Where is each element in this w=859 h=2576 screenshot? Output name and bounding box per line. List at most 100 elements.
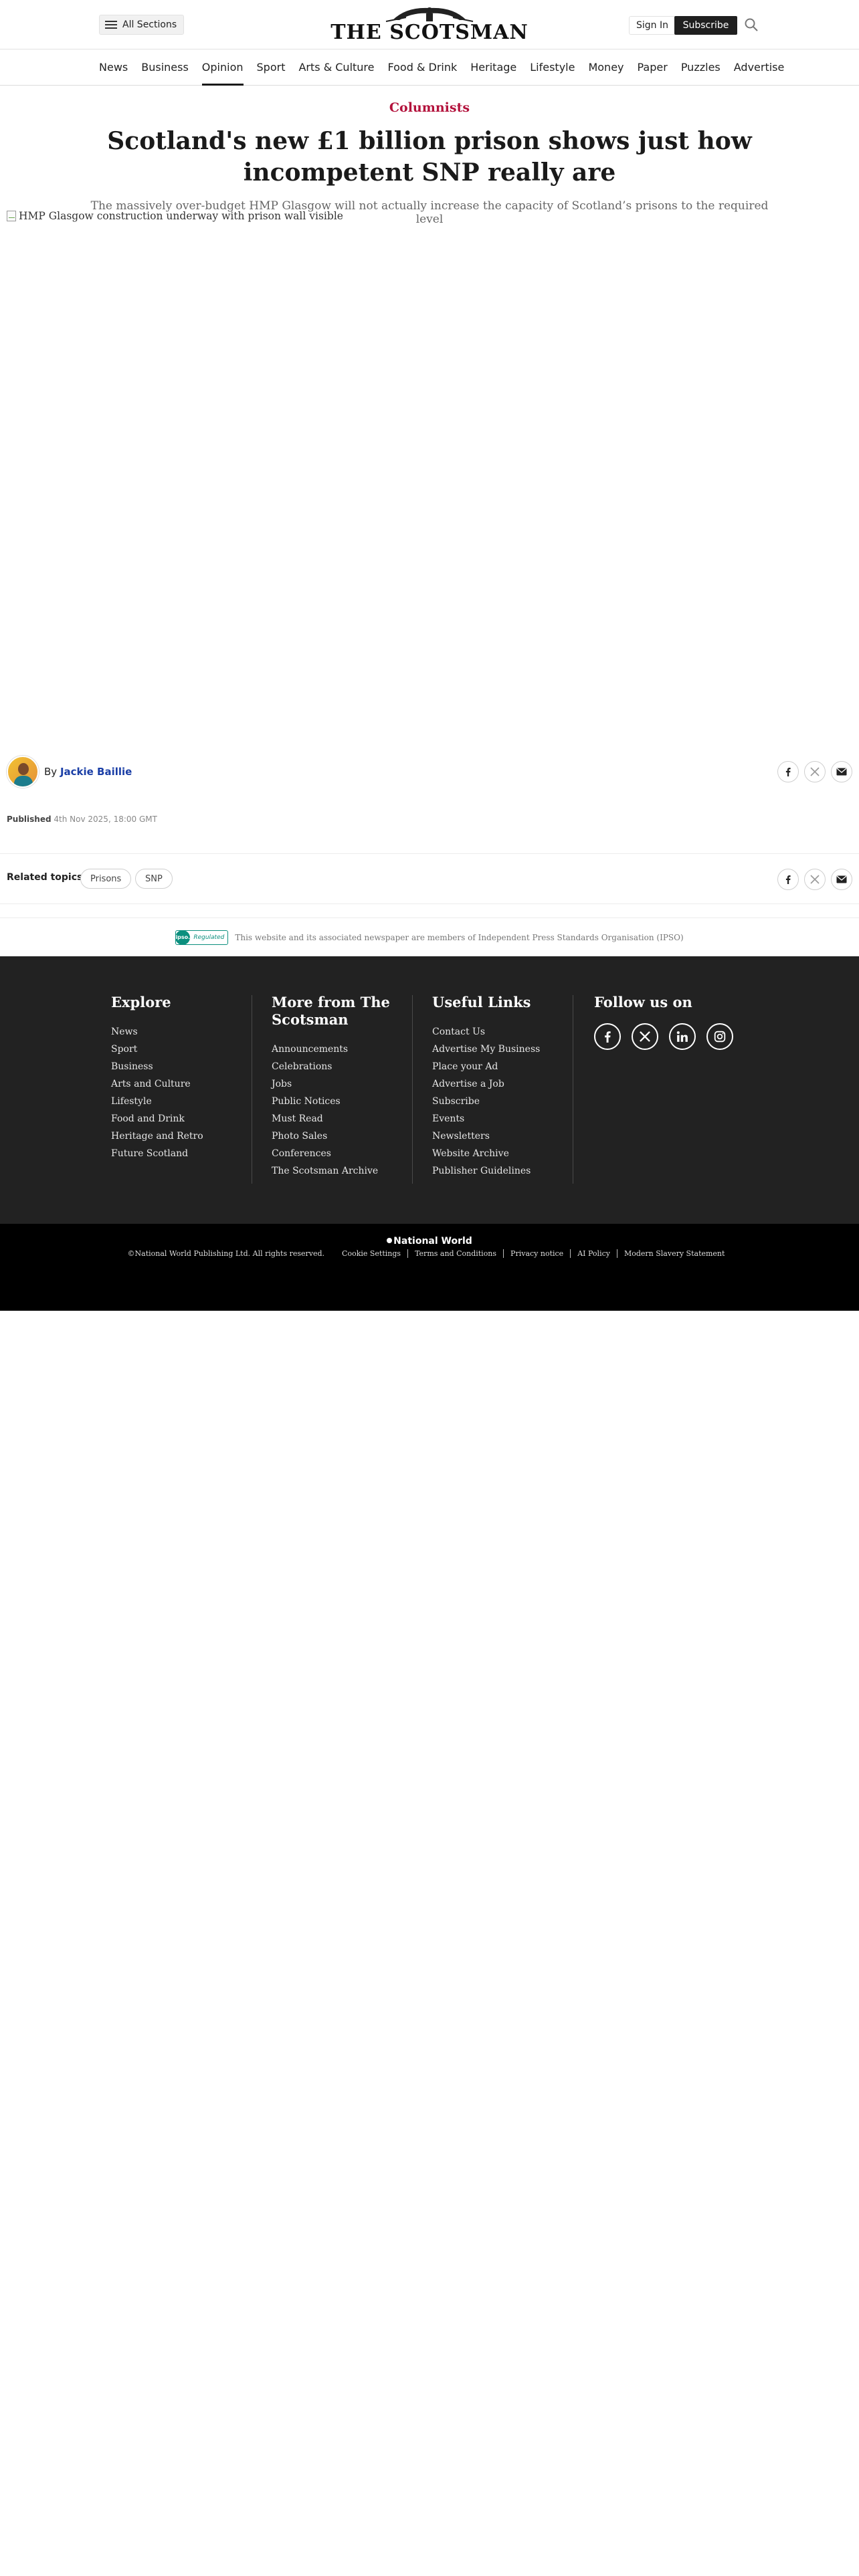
footer-link[interactable]: Announcements xyxy=(272,1041,405,1058)
footer-link[interactable]: Heritage and Retro xyxy=(111,1128,238,1145)
footer-link[interactable]: Website Archive xyxy=(432,1145,566,1162)
footer-link[interactable]: Subscribe xyxy=(432,1093,566,1110)
footer-divider xyxy=(412,995,413,1184)
footer-link[interactable]: News xyxy=(111,1023,238,1041)
nav-item-arts-culture[interactable]: Arts & Culture xyxy=(298,49,374,85)
facebook-icon xyxy=(785,875,791,884)
article-category-link[interactable]: Columnists xyxy=(0,100,859,115)
footer-link[interactable]: Public Notices xyxy=(272,1093,405,1110)
ai-policy-link[interactable]: AI Policy xyxy=(570,1249,617,1258)
topic-pill-prisons[interactable]: Prisons xyxy=(80,869,132,889)
hero-image: HMP Glasgow construction underway with p… xyxy=(7,210,852,745)
nav-item-paper[interactable]: Paper xyxy=(638,49,668,85)
share-email-button[interactable] xyxy=(831,869,852,890)
ipso-badge-word: Regulated xyxy=(193,934,225,941)
cookie-settings-link[interactable]: Cookie Settings xyxy=(335,1249,407,1258)
nav-item-heritage[interactable]: Heritage xyxy=(470,49,516,85)
national-world-logo[interactable]: National World xyxy=(0,1236,859,1247)
footer-explore-title: Explore xyxy=(111,994,171,1010)
footer-link[interactable]: Photo Sales xyxy=(272,1128,405,1145)
related-topics-label: Related topics: xyxy=(7,872,86,883)
footer-link[interactable]: Arts and Culture xyxy=(111,1075,238,1093)
share-facebook-button[interactable] xyxy=(777,761,799,782)
byline-text: By Jackie Baillie xyxy=(44,766,132,778)
footer-link[interactable]: Contact Us xyxy=(432,1023,566,1041)
footer-link[interactable]: Lifestyle xyxy=(111,1093,238,1110)
footer-link[interactable]: Sport xyxy=(111,1041,238,1058)
byline: By Jackie Baillie xyxy=(7,756,132,788)
social-instagram-button[interactable] xyxy=(706,1023,733,1050)
footer-link[interactable]: Celebrations xyxy=(272,1058,405,1075)
byline-prefix: By xyxy=(44,766,58,778)
nav-item-advertise[interactable]: Advertise xyxy=(734,49,785,85)
privacy-notice-link[interactable]: Privacy notice xyxy=(503,1249,570,1258)
nav-item-news[interactable]: News xyxy=(99,49,128,85)
national-world-dot-icon xyxy=(387,1238,393,1243)
email-icon xyxy=(836,875,847,883)
footer-link[interactable]: Must Read xyxy=(272,1110,405,1128)
footer-link[interactable]: Publisher Guidelines xyxy=(432,1162,566,1180)
nav-item-food-drink[interactable]: Food & Drink xyxy=(388,49,458,85)
footer-explore: Explore News Sport Business Arts and Cul… xyxy=(111,994,238,1162)
author-avatar[interactable] xyxy=(7,756,39,788)
footer-link[interactable]: The Scotsman Archive xyxy=(272,1162,405,1180)
linkedin-icon xyxy=(676,1031,688,1042)
nav-item-puzzles[interactable]: Puzzles xyxy=(681,49,721,85)
modern-slavery-link[interactable]: Modern Slavery Statement xyxy=(616,1249,731,1258)
hero-image-alt-text: HMP Glasgow construction underway with p… xyxy=(19,210,343,222)
footer-more-title: More from The Scotsman xyxy=(272,994,390,1028)
footer-link[interactable]: Jobs xyxy=(272,1075,405,1093)
facebook-icon xyxy=(785,768,791,776)
published-date: Published 4th Nov 2025, 18:00 GMT xyxy=(7,815,157,824)
broken-image-icon xyxy=(7,211,16,221)
email-icon xyxy=(836,768,847,776)
ipso-badge[interactable]: ipso. Regulated xyxy=(175,930,229,945)
facebook-icon xyxy=(605,1031,611,1043)
footer-link[interactable]: Newsletters xyxy=(432,1128,566,1145)
article-headline: Scotland's new £1 billion prison shows j… xyxy=(107,127,752,187)
copyright-text: ©National World Publishing Ltd. All righ… xyxy=(127,1249,325,1258)
footer-link[interactable]: Place your Ad xyxy=(432,1058,566,1075)
legal-links: ©National World Publishing Ltd. All righ… xyxy=(0,1249,859,1258)
footer-follow-title: Follow us on xyxy=(594,994,692,1010)
social-linkedin-button[interactable] xyxy=(669,1023,696,1050)
footer-link[interactable]: Future Scotland xyxy=(111,1145,238,1162)
x-icon xyxy=(810,875,820,884)
footer-link[interactable]: Events xyxy=(432,1110,566,1128)
site-header: All Sections THE SCOTSMAN Sign In Subscr… xyxy=(0,0,859,49)
footer-link[interactable]: Food and Drink xyxy=(111,1110,238,1128)
related-topics: Related topics: Prisons SNP xyxy=(0,853,859,904)
search-icon[interactable] xyxy=(744,17,759,32)
footer-useful-title: Useful Links xyxy=(432,994,531,1010)
published-date-value: 4th Nov 2025, 18:00 GMT xyxy=(54,815,157,824)
share-x-button[interactable] xyxy=(804,761,826,782)
social-x-button[interactable] xyxy=(632,1023,658,1050)
subscribe-button[interactable]: Subscribe xyxy=(674,16,737,35)
social-facebook-button[interactable] xyxy=(594,1023,621,1050)
x-icon xyxy=(640,1031,650,1042)
share-x-button[interactable] xyxy=(804,869,826,890)
share-facebook-button[interactable] xyxy=(777,869,799,890)
footer-follow: Follow us on xyxy=(594,994,755,1050)
social-links xyxy=(594,1023,755,1050)
footer-link[interactable]: Advertise My Business xyxy=(432,1041,566,1058)
footer-useful: Useful Links Contact Us Advertise My Bus… xyxy=(432,994,566,1180)
share-buttons-top xyxy=(777,761,852,782)
topic-pill-snp[interactable]: SNP xyxy=(135,869,173,889)
nav-item-lifestyle[interactable]: Lifestyle xyxy=(530,49,575,85)
footer-link[interactable]: Advertise a Job xyxy=(432,1075,566,1093)
footer-link[interactable]: Business xyxy=(111,1058,238,1075)
nav-item-sport[interactable]: Sport xyxy=(257,49,286,85)
author-link[interactable]: Jackie Baillie xyxy=(60,766,132,778)
ipso-text: This website and its associated newspape… xyxy=(235,932,684,942)
ipso-logo-short: ipso. xyxy=(175,930,191,945)
x-icon xyxy=(810,767,820,776)
nav-item-business[interactable]: Business xyxy=(141,49,189,85)
footer-more: More from The Scotsman Announcements Cel… xyxy=(272,994,405,1180)
share-email-button[interactable] xyxy=(831,761,852,782)
nav-item-opinion[interactable]: Opinion xyxy=(201,49,244,86)
nav-item-money[interactable]: Money xyxy=(588,49,624,85)
footer-link[interactable]: Conferences xyxy=(272,1145,405,1162)
terms-link[interactable]: Terms and Conditions xyxy=(407,1249,503,1258)
sign-in-button[interactable]: Sign In xyxy=(629,16,676,35)
